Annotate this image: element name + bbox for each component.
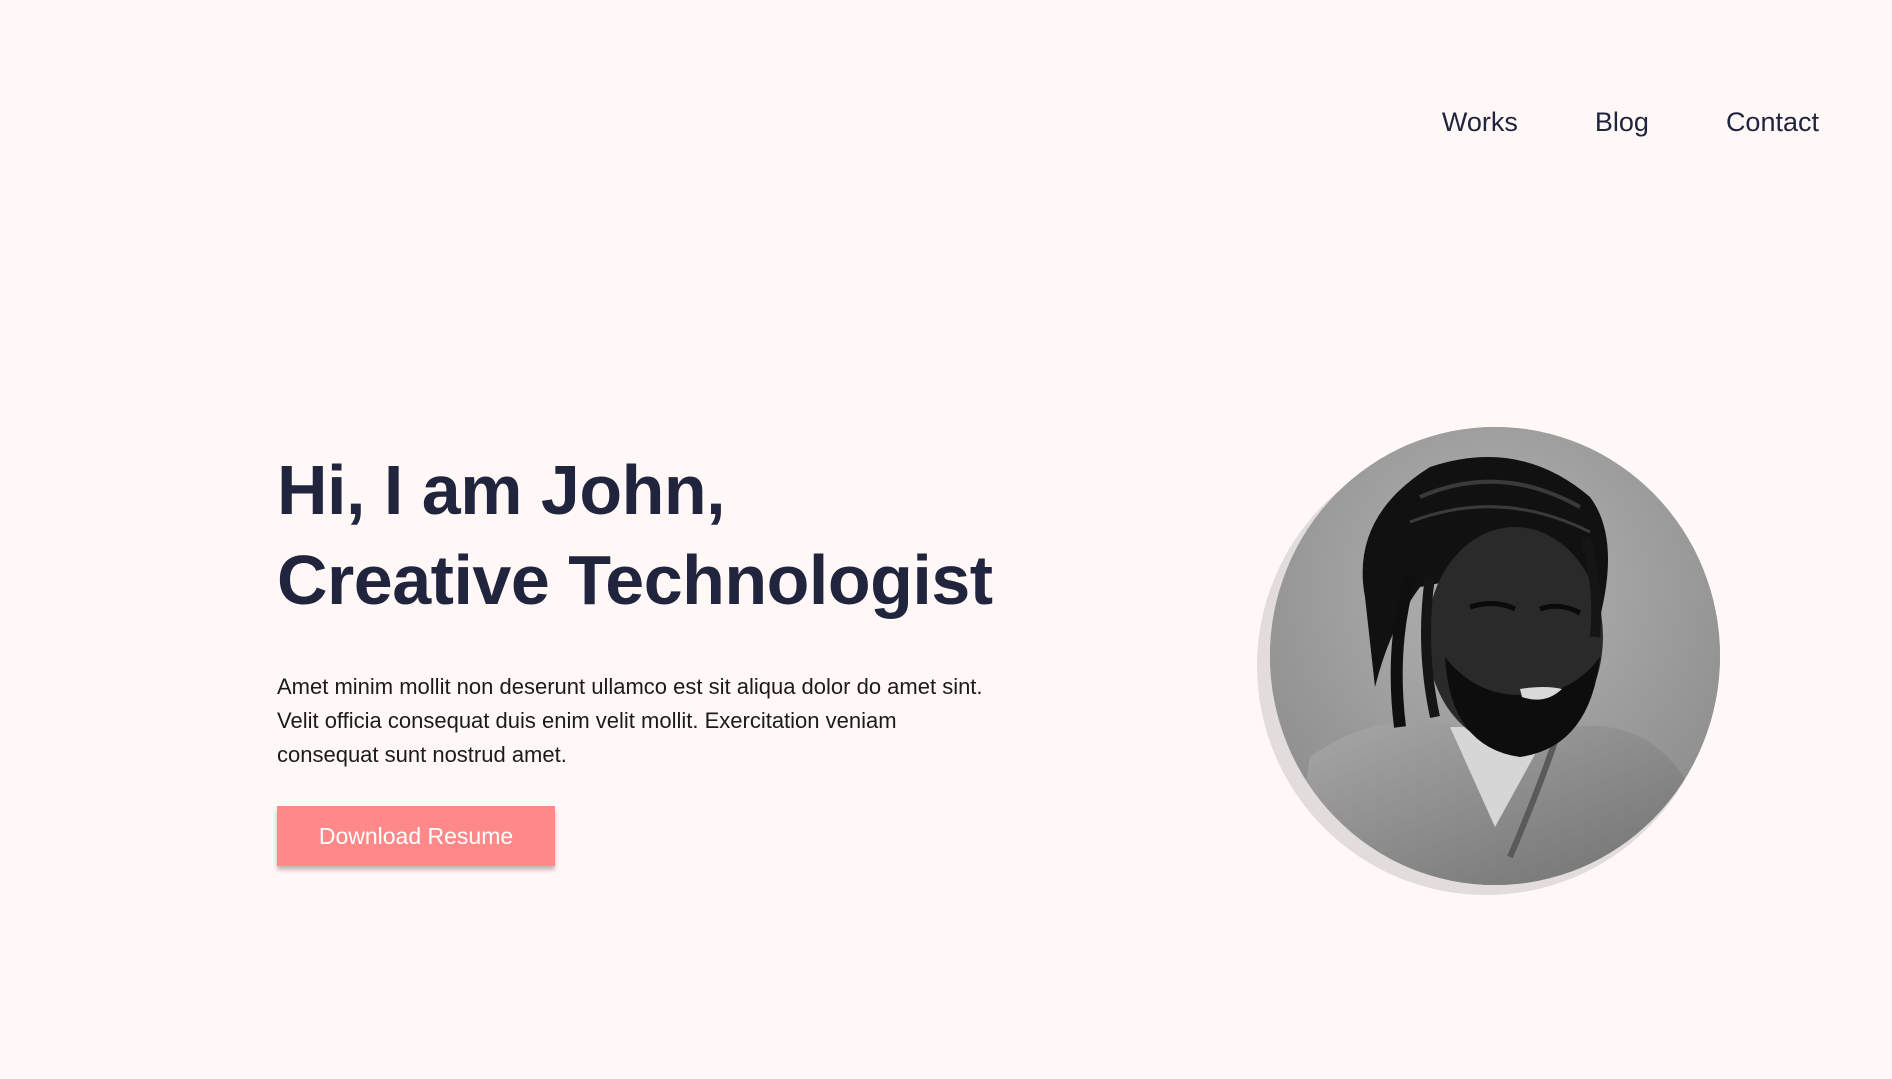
hero-title-line1: Hi, I am John, xyxy=(277,451,726,529)
nav-item-blog[interactable]: Blog xyxy=(1595,104,1649,140)
top-nav: Works Blog Contact xyxy=(1442,104,1819,140)
page: Works Blog Contact Hi, I am John, Creati… xyxy=(0,0,1892,1079)
portrait-photo-icon xyxy=(1270,427,1720,885)
download-resume-button[interactable]: Download Resume xyxy=(277,806,555,866)
nav-item-works[interactable]: Works xyxy=(1442,104,1518,140)
avatar-container xyxy=(1257,425,1721,897)
hero-description: Amet minim mollit non deserunt ullamco e… xyxy=(277,674,983,767)
avatar xyxy=(1270,427,1720,885)
nav-item-contact[interactable]: Contact xyxy=(1726,104,1819,140)
hero-title-line2: Creative Technologist xyxy=(277,541,993,619)
hero-section: Hi, I am John, Creative Technologist Ame… xyxy=(277,445,1017,866)
hero-title: Hi, I am John, Creative Technologist xyxy=(277,445,1017,625)
